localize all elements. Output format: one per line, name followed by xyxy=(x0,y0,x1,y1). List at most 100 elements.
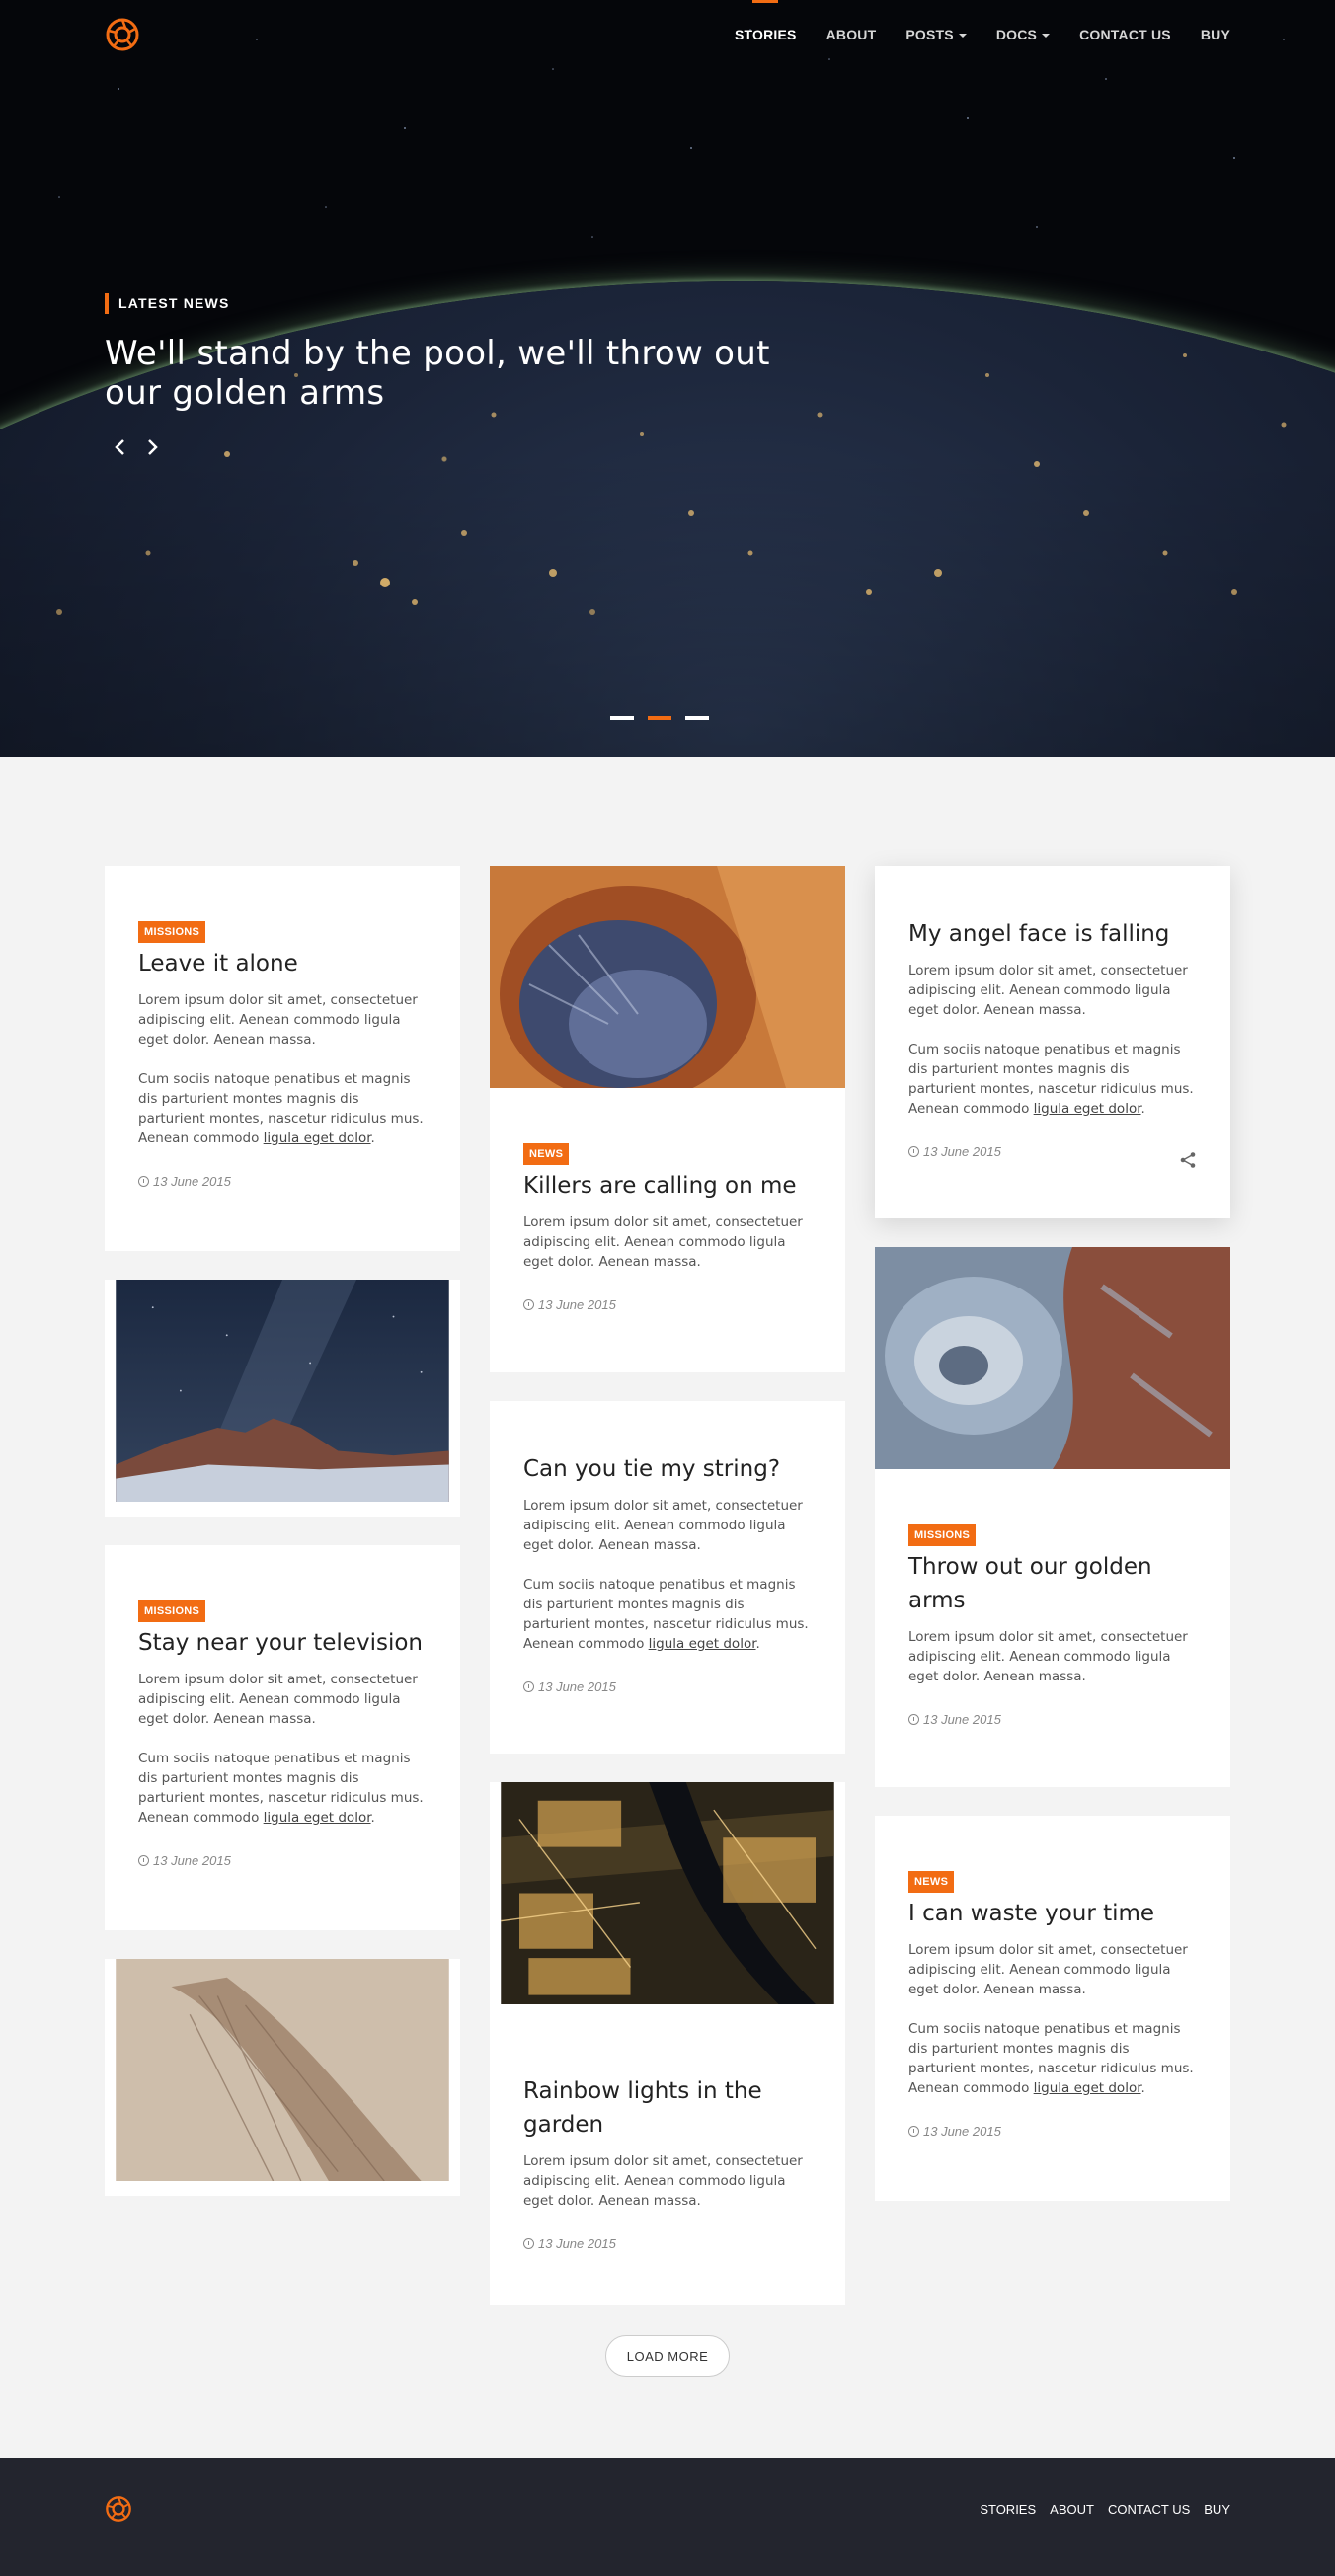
card-excerpt: Lorem ipsum dolor sit amet, consectetuer… xyxy=(908,963,1188,1018)
story-card-my-angel-face-is-falling[interactable]: My angel face is falling Lorem ipsum dol… xyxy=(875,866,1230,1218)
clock-icon xyxy=(523,1299,534,1310)
slider-dot-2[interactable] xyxy=(648,716,671,720)
slider-arrows xyxy=(105,437,796,457)
card-date-text: 13 June 2015 xyxy=(538,2236,616,2251)
image-card-desert[interactable] xyxy=(105,1959,460,2196)
clock-icon xyxy=(138,1176,149,1187)
card-date: 13 June 2015 xyxy=(138,1174,427,1189)
card-date-text: 13 June 2015 xyxy=(153,1853,231,1868)
card-excerpt: Lorem ipsum dolor sit amet, consectetuer… xyxy=(908,1942,1188,1997)
card-excerpt: Lorem ipsum dolor sit amet, consectetuer… xyxy=(908,1629,1188,1684)
card-excerpt: Lorem ipsum dolor sit amet, consectetuer… xyxy=(523,1214,803,1270)
mars-terrain-image xyxy=(875,1247,1230,1469)
nav-posts[interactable]: POSTS xyxy=(905,0,967,42)
nav-stories[interactable]: STORIES xyxy=(735,0,797,42)
category-badge[interactable]: NEWS xyxy=(523,1143,570,1165)
hero-kicker: LATEST NEWS xyxy=(105,293,796,314)
clock-icon xyxy=(523,1681,534,1692)
nav-stories-label: STORIES xyxy=(734,27,797,42)
chevron-right-icon[interactable] xyxy=(142,437,162,457)
hero-caption: LATEST NEWS We'll stand by the pool, we'… xyxy=(105,293,796,457)
card-date-text: 13 June 2015 xyxy=(538,1297,616,1312)
card-date: 13 June 2015 xyxy=(908,1712,1197,1727)
clock-icon xyxy=(908,1146,919,1157)
card-date: 13 June 2015 xyxy=(138,1853,427,1868)
story-card-killers-are-calling-on-me[interactable]: NEWS Killers are calling on me Lorem ips… xyxy=(490,866,845,1372)
card-title[interactable]: Stay near your television xyxy=(138,1626,427,1660)
clock-icon xyxy=(138,1855,149,1866)
nav-contact-label: CONTACT US xyxy=(1079,27,1171,42)
footer-link-contact-us[interactable]: CONTACT US xyxy=(1108,2502,1190,2517)
hero-slider: STORIES ABOUT POSTS DOCS CONTACT US BUY … xyxy=(0,0,1335,757)
card-text: Cum sociis natoque penatibus et magnis d… xyxy=(523,1577,809,1652)
card-text: Cum sociis natoque penatibus et magnis d… xyxy=(138,1071,424,1146)
city-night-aerial-image xyxy=(501,1782,834,2004)
card-text: Cum sociis natoque penatibus et magnis d… xyxy=(138,1751,424,1826)
inline-link[interactable]: ligula eget dolor xyxy=(264,1810,371,1826)
caret-down-icon xyxy=(958,34,967,39)
aperture-logo-icon[interactable] xyxy=(105,2495,132,2523)
card-title[interactable]: Throw out our golden arms xyxy=(908,1550,1197,1617)
nav-buy[interactable]: BUY xyxy=(1201,0,1230,42)
inline-link[interactable]: ligula eget dolor xyxy=(1034,1101,1141,1117)
story-card-throw-out-our-golden-arms[interactable]: MISSIONS Throw out our golden arms Lorem… xyxy=(875,1247,1230,1787)
clock-icon xyxy=(523,2238,534,2249)
story-card-can-you-tie-my-string[interactable]: Can you tie my string? Lorem ipsum dolor… xyxy=(490,1401,845,1754)
card-excerpt: Lorem ipsum dolor sit amet, consectetuer… xyxy=(523,2153,803,2209)
nav-about[interactable]: ABOUT xyxy=(826,0,877,42)
card-title[interactable]: Can you tie my string? xyxy=(523,1452,812,1486)
card-date-text: 13 June 2015 xyxy=(923,2124,1001,2139)
card-title[interactable]: Killers are calling on me xyxy=(523,1169,812,1203)
share-icon[interactable] xyxy=(1179,1151,1197,1169)
card-date: 13 June 2015 xyxy=(523,1679,812,1694)
card-excerpt: Lorem ipsum dolor sit amet, consectetuer… xyxy=(138,992,418,1048)
card-date-text: 13 June 2015 xyxy=(923,1144,1001,1159)
card-excerpt: Lorem ipsum dolor sit amet, consectetuer… xyxy=(138,1672,418,1727)
category-badge[interactable]: NEWS xyxy=(908,1871,955,1893)
nav-posts-label: POSTS xyxy=(905,27,954,42)
card-excerpt: Lorem ipsum dolor sit amet, consectetuer… xyxy=(523,1498,803,1553)
card-title[interactable]: Rainbow lights in the garden xyxy=(523,2074,812,2142)
footer-navigation: STORIES ABOUT CONTACT US BUY xyxy=(980,2502,1230,2517)
story-card-leave-it-alone[interactable]: MISSIONS Leave it alone Lorem ipsum dolo… xyxy=(105,866,460,1251)
clock-icon xyxy=(908,1714,919,1725)
inline-link[interactable]: ligula eget dolor xyxy=(649,1636,756,1652)
story-card-rainbow-lights-in-the-garden[interactable]: Rainbow lights in the garden Lorem ipsum… xyxy=(490,1782,845,2305)
load-more-button[interactable]: LOAD MORE xyxy=(605,2335,730,2377)
card-title[interactable]: My angel face is falling xyxy=(908,917,1197,951)
story-card-i-can-waste-your-time[interactable]: NEWS I can waste your time Lorem ipsum d… xyxy=(875,1816,1230,2201)
card-date-text: 13 June 2015 xyxy=(538,1679,616,1694)
chevron-left-icon[interactable] xyxy=(111,437,130,457)
footer-link-buy[interactable]: BUY xyxy=(1204,2502,1230,2517)
nav-buy-label: BUY xyxy=(1200,27,1230,42)
slider-dot-1[interactable] xyxy=(610,716,634,720)
story-card-stay-near-your-television[interactable]: MISSIONS Stay near your television Lorem… xyxy=(105,1545,460,1930)
slider-dot-3[interactable] xyxy=(685,716,709,720)
footer-link-stories[interactable]: STORIES xyxy=(980,2502,1036,2517)
nav-contact-us[interactable]: CONTACT US xyxy=(1079,0,1171,42)
card-title[interactable]: Leave it alone xyxy=(138,947,427,980)
stories-grid: MISSIONS Leave it alone Lorem ipsum dolo… xyxy=(0,757,1335,2458)
milky-way-mountain-image xyxy=(116,1280,449,1502)
nav-about-label: ABOUT xyxy=(825,27,877,42)
category-badge[interactable]: MISSIONS xyxy=(908,1524,977,1546)
clock-icon xyxy=(908,2126,919,2137)
mars-crater-image xyxy=(490,866,845,1088)
aperture-logo-icon[interactable] xyxy=(105,17,140,52)
category-badge[interactable]: MISSIONS xyxy=(138,921,206,943)
nav-docs-label: DOCS xyxy=(995,27,1038,42)
inline-link[interactable]: ligula eget dolor xyxy=(1034,2080,1141,2096)
nav-docs[interactable]: DOCS xyxy=(995,0,1051,42)
card-date: 13 June 2015 xyxy=(523,2236,812,2251)
category-badge[interactable]: MISSIONS xyxy=(138,1600,206,1622)
card-title[interactable]: I can waste your time xyxy=(908,1897,1197,1930)
desert-aerial-image xyxy=(116,1959,449,2181)
image-card-milky-way[interactable] xyxy=(105,1280,460,1517)
inline-link[interactable]: ligula eget dolor xyxy=(264,1131,371,1146)
card-date: 13 June 2015 xyxy=(908,1144,1197,1159)
card-date: 13 June 2015 xyxy=(908,2124,1197,2139)
slider-dots xyxy=(610,716,709,720)
footer-link-about[interactable]: ABOUT xyxy=(1050,2502,1094,2517)
card-date-text: 13 June 2015 xyxy=(153,1174,231,1189)
hero-title[interactable]: We'll stand by the pool, we'll throw out… xyxy=(105,334,796,413)
